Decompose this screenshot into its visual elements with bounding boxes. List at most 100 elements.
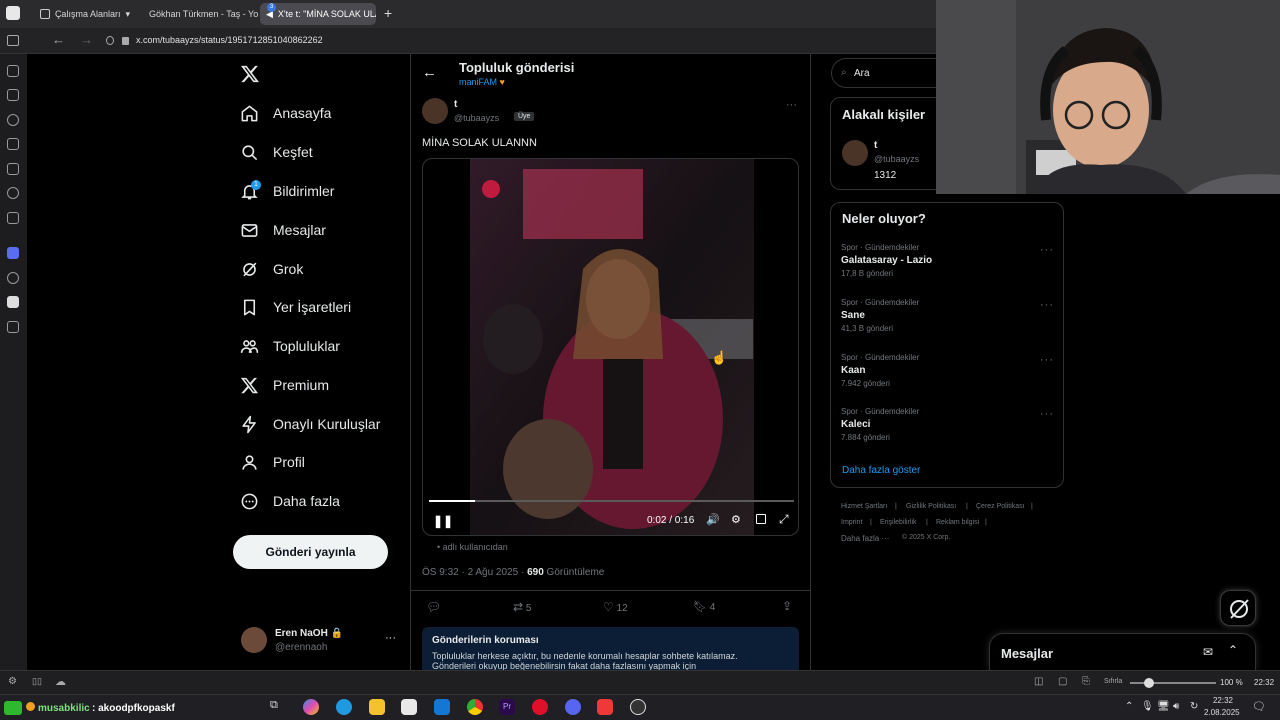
author-avatar[interactable] [422,98,448,124]
zoom-slider[interactable] [1130,682,1216,684]
mic-icon[interactable]: 🎙︎ [1141,701,1154,712]
vivaldi-icon[interactable] [597,699,613,715]
network-icon[interactable]: 🖥︎ [1157,701,1170,712]
edge-icon[interactable] [336,699,352,715]
tab-youtube[interactable]: Gökhan Türkmen - Taş - Yo [138,3,258,25]
store-icon[interactable] [401,699,417,715]
forward-icon[interactable]: → [80,32,93,47]
bookmarks-panel-icon[interactable] [7,65,19,77]
footer-link[interactable]: Çerez Politikası [976,503,1025,510]
add-panel-icon[interactable] [7,321,19,333]
tiling-icon[interactable]: ▢ [1058,676,1067,687]
history-panel-icon[interactable] [7,114,19,126]
like-button[interactable]: ♡ 12 [603,600,628,614]
site-info-icon[interactable] [106,36,114,45]
panel-icon[interactable]: ▯▯ [32,676,42,687]
post-menu-icon[interactable]: ··· [786,99,797,111]
video-progress-track[interactable] [429,500,794,502]
post-button[interactable]: Gönderi yayınla [233,535,388,569]
nav-profile[interactable]: Profil [240,447,305,477]
chrome-icon[interactable] [467,699,483,715]
cloud-icon[interactable]: ☁ [55,675,66,688]
taskbar-date[interactable]: 2.08.2025 [1204,708,1240,717]
footer-more-link[interactable]: Daha fazla ··· [841,534,889,543]
author-name[interactable]: t [454,99,457,110]
related-handle[interactable]: @tubaayzs [874,154,919,164]
page-actions-icon[interactable]: ⎘ [1082,676,1090,687]
nav-grok[interactable]: Grok [240,254,303,284]
nav-messages[interactable]: Mesajlar [240,215,326,245]
fullscreen-icon[interactable]: ⤢ [779,512,789,527]
pause-icon[interactable]: ❚❚ [433,514,453,528]
trend-item[interactable]: Spor · Gündemdekiler Sane 41,3 B gönderi [841,298,919,333]
taskbar-time[interactable]: 22:32 [1212,696,1234,705]
file-explorer-icon[interactable] [369,699,385,715]
share-icon[interactable]: ⇪ [782,599,792,613]
grok-fab[interactable] [1220,590,1256,626]
pip-icon[interactable] [756,514,766,524]
account-name[interactable]: Eren NaOH 🔒 [275,628,343,639]
obs-icon[interactable] [630,699,646,715]
panel-toggle-icon[interactable] [7,35,19,46]
search-input[interactable]: ⌕ Ara [831,58,937,88]
vivaldi-menu-icon[interactable] [6,6,20,20]
translate-panel-icon[interactable] [7,163,19,175]
show-more-link[interactable]: Daha fazla göster [842,465,920,476]
volume-icon[interactable]: 🔊︎ [1173,701,1179,712]
back-arrow-icon[interactable]: ← [422,64,437,81]
nav-home[interactable]: Anasayfa [240,98,331,128]
mastodon-icon[interactable] [7,247,19,259]
tab-workspaces[interactable]: Çalışma Alanları ▾ [34,3,136,25]
footer-link[interactable]: Gizlilik Politikası [906,503,956,510]
video-player[interactable]: ❚❚ 0:02 / 0:16 🔊 ⚙ ⤢ [422,158,799,536]
messages-drawer[interactable]: Mesajlar ✉ ⌃ [989,633,1256,670]
nav-bookmarks[interactable]: Yer İşaretleri [240,292,351,322]
notes-panel-icon[interactable] [7,138,19,150]
x-logo-icon[interactable] [240,64,260,84]
new-tab-button[interactable]: + [384,5,392,21]
zoom-reset[interactable]: Sıfırla [1104,678,1122,685]
window-panel-icon[interactable] [7,212,19,224]
premiere-icon[interactable]: Pr [499,699,515,715]
web-panel-icon[interactable] [7,272,19,284]
related-avatar[interactable] [842,140,868,166]
settings-icon[interactable]: ⚙ [731,513,741,526]
trend-menu-icon[interactable]: ··· [1040,299,1054,311]
settings-icon[interactable]: ⚙ [8,676,17,687]
discord-icon[interactable] [565,699,581,715]
trend-item[interactable]: Spor · Gündemdekiler Kaan 7.942 gönderi [841,353,919,388]
copilot-icon[interactable] [303,699,319,715]
trend-item[interactable]: Spor · Gündemdekiler Kaleci 7.884 gönder… [841,407,919,442]
tab-x-post[interactable]: ◀ X'te t: "MİNA SOLAK ULAN [260,3,376,25]
notification-center-icon[interactable]: 🗨︎ [1252,700,1266,713]
trend-item[interactable]: Spor · Gündemdekiler Galatasaray - Lazio… [841,243,932,278]
task-view-icon[interactable]: ⧉ [270,699,286,715]
footer-link[interactable]: Hizmet Şartları [841,503,887,510]
related-name[interactable]: t [874,140,877,151]
community-link[interactable]: maniFAM ♥ [459,77,505,87]
footer-link[interactable]: Imprint [841,519,862,526]
wikipedia-icon[interactable] [7,296,19,308]
nav-explore[interactable]: Keşfet [240,137,313,167]
author-handle[interactable]: @tubaayzs [454,113,499,123]
nav-premium[interactable]: Premium [240,370,329,400]
bookmark-button[interactable]: 🔖︎ 4 [693,600,715,613]
outlook-icon[interactable] [434,699,450,715]
nav-communities[interactable]: Topluluklar [240,331,340,361]
footer-link[interactable]: Erişilebilirlik [880,519,917,526]
downloads-panel-icon[interactable] [7,89,19,101]
trend-menu-icon[interactable]: ··· [1040,354,1054,366]
reply-button[interactable]: 💬︎ [426,600,441,614]
back-icon[interactable]: ← [52,32,65,47]
reading-panel-icon[interactable] [7,187,19,199]
nav-more[interactable]: Daha fazla [240,486,340,516]
nav-verified-orgs[interactable]: Onaylı Kuruluşlar [240,409,380,439]
trend-menu-icon[interactable]: ··· [1040,244,1054,256]
zoom-slider-thumb[interactable] [1144,678,1154,688]
opera-icon[interactable] [532,699,548,715]
trend-menu-icon[interactable]: ··· [1040,408,1054,420]
capture-icon[interactable]: ◫ [1034,676,1043,687]
repost-button[interactable]: ⇄ 5 [513,600,531,614]
volume-icon[interactable]: 🔊 [706,513,720,526]
avatar[interactable] [241,627,267,653]
